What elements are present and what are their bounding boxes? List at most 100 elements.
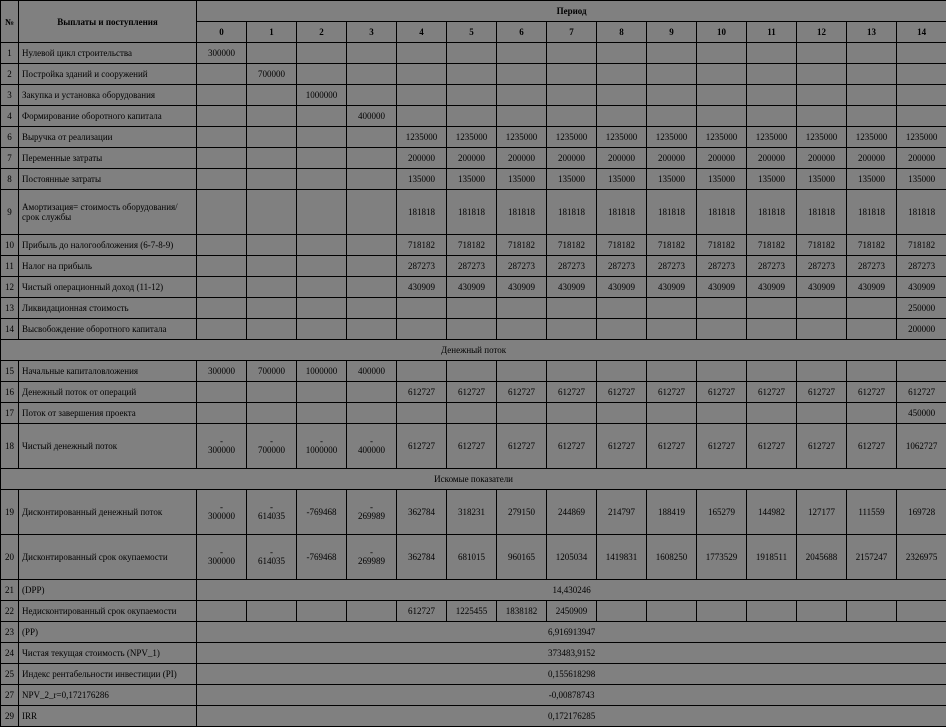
cell: 287273 [847, 256, 897, 277]
cell: 718182 [447, 235, 497, 256]
row-no: 7 [1, 148, 19, 169]
cell [697, 298, 747, 319]
cell [297, 106, 347, 127]
cell [347, 43, 397, 64]
cell [197, 403, 247, 424]
cell: 612727 [747, 424, 797, 469]
cell [597, 319, 647, 340]
cell [297, 64, 347, 85]
cell [497, 64, 547, 85]
cell: 200000 [897, 148, 946, 169]
header-period: Период [197, 1, 946, 22]
cell [247, 256, 297, 277]
cell [347, 127, 397, 148]
cell: 1838182 [497, 601, 547, 622]
cell [497, 319, 547, 340]
table-row: 23(PP)6,916913947 [1, 622, 946, 643]
row-no: 10 [1, 235, 19, 256]
cell: -269989 [347, 490, 397, 535]
cell: 612727 [897, 382, 946, 403]
cell [397, 43, 447, 64]
cell [797, 319, 847, 340]
cell: 300000 [197, 361, 247, 382]
row-no: 18 [1, 424, 19, 469]
cell: 181818 [497, 190, 547, 235]
cell: 1773529 [697, 535, 747, 580]
cell: 200000 [897, 319, 946, 340]
row-no: 23 [1, 622, 19, 643]
cell: 287273 [597, 256, 647, 277]
row-label: IRR [19, 706, 197, 727]
cell: 1235000 [847, 127, 897, 148]
table-row: 15Начальные капиталовложения300000700000… [1, 361, 946, 382]
cell: 135000 [847, 169, 897, 190]
cell [847, 106, 897, 127]
header-period-0: 0 [197, 22, 247, 43]
row-label: Формирование оборотного капитала [19, 106, 197, 127]
cell: 200000 [847, 148, 897, 169]
cell [397, 298, 447, 319]
cell: 1062727 [897, 424, 946, 469]
cell: 200000 [547, 148, 597, 169]
cell [747, 85, 797, 106]
cell [297, 256, 347, 277]
cell: 430909 [497, 277, 547, 298]
cell [647, 319, 697, 340]
cell: 181818 [697, 190, 747, 235]
cell: 400000 [347, 361, 397, 382]
cell [547, 64, 597, 85]
row-label: Индекс рентабельности инвестиции (PI) [19, 664, 197, 685]
cell [497, 106, 547, 127]
table-row: 19Дисконтированный денежный поток-300000… [1, 490, 946, 535]
table-row: 22Недисконтированный срок окупаемости612… [1, 601, 946, 622]
cell [197, 64, 247, 85]
row-label: Высвобождение оборотного капитала [19, 319, 197, 340]
cell: 430909 [797, 277, 847, 298]
table-row: 9Амортизация= стоимость оборудования/сро… [1, 190, 946, 235]
cell: -300000 [197, 535, 247, 580]
cell [347, 403, 397, 424]
table-row: 18Чистый денежный поток-300000-700000-10… [1, 424, 946, 469]
cell: 1205034 [547, 535, 597, 580]
cell [197, 169, 247, 190]
cell: 430909 [397, 277, 447, 298]
cell: 1235000 [597, 127, 647, 148]
cell: 430909 [597, 277, 647, 298]
cell: 612727 [447, 382, 497, 403]
cell [247, 148, 297, 169]
cell [797, 361, 847, 382]
row-label: Постройка зданий и сооружений [19, 64, 197, 85]
cell [547, 298, 597, 319]
cell: 135000 [897, 169, 946, 190]
cell [847, 601, 897, 622]
cell [247, 106, 297, 127]
cell: 612727 [597, 424, 647, 469]
cell: 718182 [847, 235, 897, 256]
cell [247, 601, 297, 622]
header-period-2: 2 [297, 22, 347, 43]
cell: -700000 [247, 424, 297, 469]
row-no: 24 [1, 643, 19, 664]
cell [647, 85, 697, 106]
table-row: 21(DPP)14,430246 [1, 580, 946, 601]
cell: 287273 [647, 256, 697, 277]
row-no: 6 [1, 127, 19, 148]
row-no: 25 [1, 664, 19, 685]
row-label: (DPP) [19, 580, 197, 601]
row-no: 16 [1, 382, 19, 403]
cell [697, 403, 747, 424]
cell [697, 319, 747, 340]
cell [497, 361, 547, 382]
cell: 612727 [497, 382, 547, 403]
cell: 188419 [647, 490, 697, 535]
table-row: 4Формирование оборотного капитала400000 [1, 106, 946, 127]
cell [897, 106, 946, 127]
cell: 718182 [697, 235, 747, 256]
cell [297, 127, 347, 148]
table-row: 1Нулевой цикл строительства300000 [1, 43, 946, 64]
cell: 200000 [647, 148, 697, 169]
cell: 718182 [547, 235, 597, 256]
cell: 135000 [497, 169, 547, 190]
cell [447, 106, 497, 127]
cell: 430909 [897, 277, 946, 298]
